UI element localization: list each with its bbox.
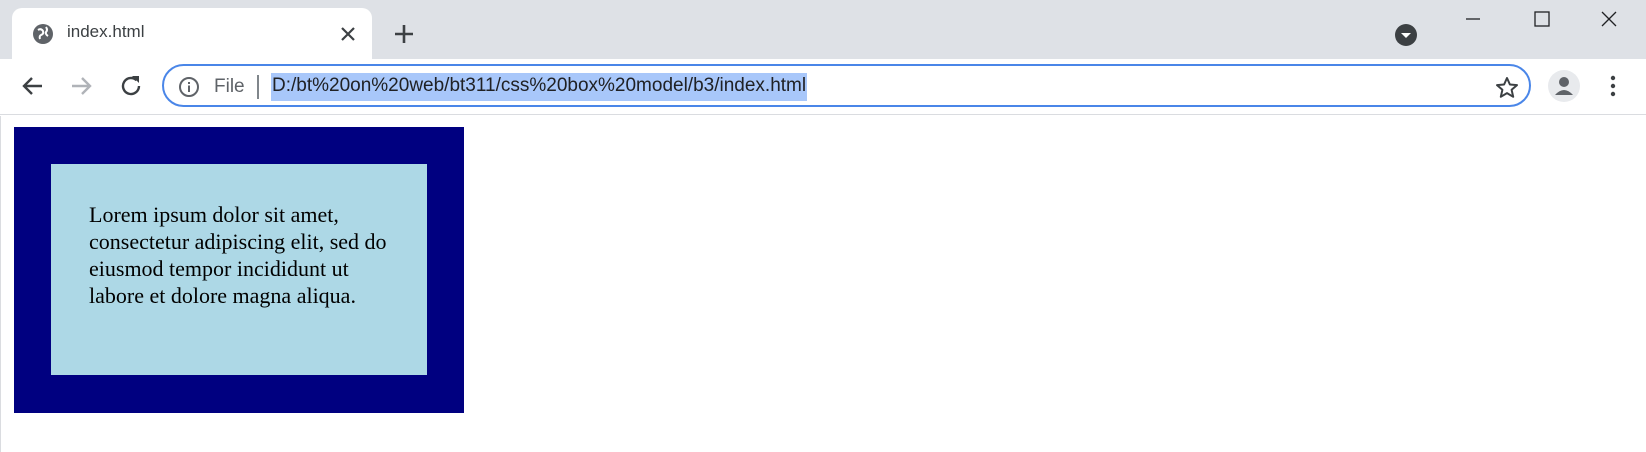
- minimize-icon[interactable]: [1456, 4, 1490, 34]
- arrow-right-icon[interactable]: [66, 71, 96, 101]
- scheme-label: File: [214, 76, 245, 97]
- tab-index-html[interactable]: index.html: [12, 8, 372, 59]
- close-icon[interactable]: [336, 22, 360, 46]
- person-icon: [1555, 77, 1573, 95]
- url-text[interactable]: D:/bt%20on%20web/bt311/css%20box%20model…: [271, 73, 808, 101]
- star-icon[interactable]: [1494, 75, 1520, 101]
- arrow-left-icon[interactable]: [18, 71, 48, 101]
- reload-icon[interactable]: [116, 71, 146, 101]
- tab-title: index.html: [67, 22, 145, 41]
- close-icon[interactable]: [1592, 4, 1626, 34]
- inner-box: Lorem ipsum dolor sit amet, consectetur …: [51, 164, 427, 375]
- outer-box: Lorem ipsum dolor sit amet, consectetur …: [14, 127, 464, 413]
- omnibox-separator: [257, 75, 259, 99]
- kebab-menu-icon[interactable]: [1598, 71, 1628, 101]
- tab-strip: index.html: [0, 0, 1646, 59]
- browser-toolbar: File D:/bt%20on%20web/bt311/css%20box%20…: [0, 59, 1646, 115]
- maximize-icon[interactable]: [1524, 4, 1558, 34]
- globe-icon: [33, 24, 53, 44]
- plus-icon[interactable]: [390, 20, 418, 48]
- info-icon[interactable]: [178, 76, 200, 98]
- address-bar[interactable]: File D:/bt%20on%20web/bt311/css%20box%20…: [162, 64, 1531, 107]
- chevron-down-circle-icon[interactable]: [1393, 22, 1419, 48]
- lorem-paragraph: Lorem ipsum dolor sit amet, consectetur …: [89, 202, 387, 308]
- profile-avatar[interactable]: [1548, 70, 1580, 102]
- page-viewport: Lorem ipsum dolor sit amet, consectetur …: [0, 116, 1646, 452]
